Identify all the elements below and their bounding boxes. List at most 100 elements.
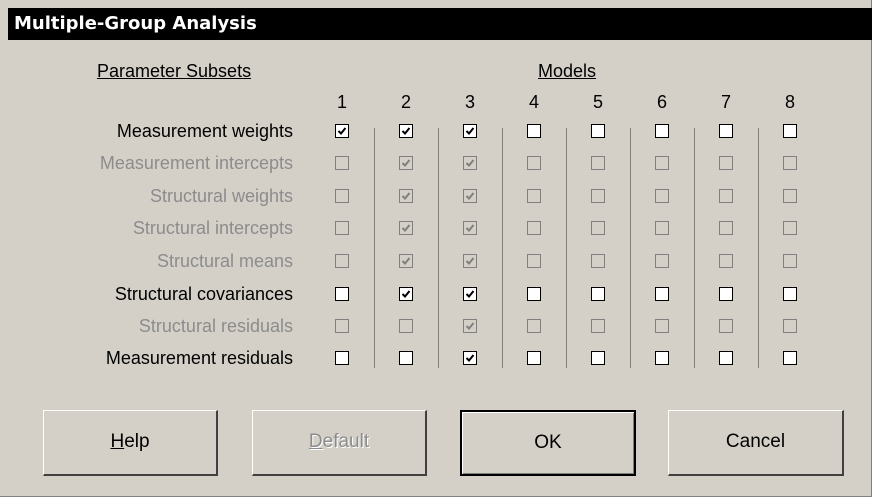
checkmark-icon (401, 192, 411, 200)
checkbox-row-1-model-2[interactable] (399, 124, 413, 138)
column-separator (438, 128, 439, 368)
checkbox-row-6-model-7[interactable] (719, 287, 733, 301)
checkbox-row-6-model-3[interactable] (463, 287, 477, 301)
default-button[interactable]: Default (252, 410, 427, 476)
help-label-rest: elp (124, 431, 150, 452)
checkbox-row-4-model-7[interactable] (719, 221, 733, 235)
checkbox-row-4-model-1[interactable] (335, 221, 349, 235)
column-separator (374, 128, 375, 368)
parameter-subset-label: Measurement weights (116, 121, 293, 141)
checkbox-row-7-model-1[interactable] (335, 319, 349, 333)
parameter-subset-label: Structural residuals (138, 316, 293, 336)
parameter-subset-label: Structural weights (149, 186, 293, 206)
cancel-button[interactable]: Cancel (668, 410, 844, 476)
checkbox-row-2-model-1[interactable] (335, 156, 349, 170)
checkbox-row-5-model-1[interactable] (335, 254, 349, 268)
checkbox-row-2-model-2[interactable] (399, 156, 413, 170)
checkbox-row-5-model-4[interactable] (527, 254, 541, 268)
checkbox-row-3-model-6[interactable] (655, 189, 669, 203)
checkbox-row-1-model-3[interactable] (463, 124, 477, 138)
parameter-subset-label: Structural covariances (114, 284, 293, 304)
checkbox-row-7-model-3[interactable] (463, 319, 477, 333)
checkmark-icon (465, 322, 475, 330)
checkbox-row-8-model-5[interactable] (591, 351, 605, 365)
checkbox-row-1-model-5[interactable] (591, 124, 605, 138)
checkbox-row-8-model-7[interactable] (719, 351, 733, 365)
checkbox-row-5-model-3[interactable] (463, 254, 477, 268)
checkbox-row-3-model-2[interactable] (399, 189, 413, 203)
checkbox-row-3-model-3[interactable] (463, 189, 477, 203)
checkmark-icon (465, 290, 475, 298)
checkbox-row-8-model-6[interactable] (655, 351, 669, 365)
checkbox-row-6-model-4[interactable] (527, 287, 541, 301)
model-column-8-label: 8 (784, 92, 795, 112)
model-column-2-label: 2 (400, 92, 411, 112)
checkbox-row-4-model-2[interactable] (399, 221, 413, 235)
checkmark-icon (401, 127, 411, 135)
checkbox-row-8-model-8[interactable] (783, 351, 797, 365)
checkmark-icon (465, 192, 475, 200)
checkbox-row-8-model-2[interactable] (399, 351, 413, 365)
checkbox-row-2-model-3[interactable] (463, 156, 477, 170)
checkbox-row-1-model-6[interactable] (655, 124, 669, 138)
checkbox-row-8-model-3[interactable] (463, 351, 477, 365)
checkbox-row-3-model-1[interactable] (335, 189, 349, 203)
column-separator (758, 128, 759, 368)
checkmark-icon (465, 127, 475, 135)
checkbox-row-7-model-2[interactable] (399, 319, 413, 333)
checkbox-row-2-model-4[interactable] (527, 156, 541, 170)
checkbox-row-4-model-6[interactable] (655, 221, 669, 235)
checkbox-row-6-model-2[interactable] (399, 287, 413, 301)
parameter-subset-label: Structural means (156, 251, 293, 271)
model-column-6-label: 6 (656, 92, 667, 112)
checkmark-icon (401, 159, 411, 167)
checkbox-row-6-model-8[interactable] (783, 287, 797, 301)
checkbox-row-4-model-3[interactable] (463, 221, 477, 235)
checkbox-row-6-model-6[interactable] (655, 287, 669, 301)
checkbox-row-7-model-8[interactable] (783, 319, 797, 333)
checkbox-row-1-model-8[interactable] (783, 124, 797, 138)
default-mnemonic: D (308, 431, 323, 452)
checkbox-row-2-model-6[interactable] (655, 156, 669, 170)
checkbox-row-4-model-5[interactable] (591, 221, 605, 235)
checkbox-row-1-model-4[interactable] (527, 124, 541, 138)
cancel-label: Cancel (725, 431, 786, 452)
model-column-7-label: 7 (720, 92, 731, 112)
checkmark-icon (401, 290, 411, 298)
checkbox-row-2-model-5[interactable] (591, 156, 605, 170)
checkbox-row-5-model-6[interactable] (655, 254, 669, 268)
checkbox-row-5-model-7[interactable] (719, 254, 733, 268)
checkbox-row-6-model-5[interactable] (591, 287, 605, 301)
checkbox-row-8-model-4[interactable] (527, 351, 541, 365)
checkbox-row-3-model-8[interactable] (783, 189, 797, 203)
checkbox-row-1-model-7[interactable] (719, 124, 733, 138)
checkbox-row-7-model-5[interactable] (591, 319, 605, 333)
checkbox-row-8-model-1[interactable] (335, 351, 349, 365)
checkbox-row-5-model-5[interactable] (591, 254, 605, 268)
checkbox-row-5-model-2[interactable] (399, 254, 413, 268)
checkmark-icon (401, 224, 411, 232)
checkbox-row-2-model-7[interactable] (719, 156, 733, 170)
window-title: Multiple-Group Analysis (8, 8, 872, 40)
checkmark-icon (337, 127, 347, 135)
checkbox-row-1-model-1[interactable] (335, 124, 349, 138)
column-separator (694, 128, 695, 368)
ok-button[interactable]: OK (460, 410, 636, 476)
model-column-5-label: 5 (592, 92, 603, 112)
column-separator (566, 128, 567, 368)
checkbox-row-6-model-1[interactable] (335, 287, 349, 301)
checkbox-row-3-model-5[interactable] (591, 189, 605, 203)
checkbox-row-5-model-8[interactable] (783, 254, 797, 268)
checkbox-row-7-model-6[interactable] (655, 319, 669, 333)
checkbox-row-2-model-8[interactable] (783, 156, 797, 170)
model-column-1-label: 1 (336, 92, 347, 112)
help-button[interactable]: Help (43, 410, 218, 476)
checkbox-row-4-model-8[interactable] (783, 221, 797, 235)
checkbox-row-7-model-7[interactable] (719, 319, 733, 333)
checkbox-row-3-model-7[interactable] (719, 189, 733, 203)
checkbox-row-7-model-4[interactable] (527, 319, 541, 333)
checkbox-row-3-model-4[interactable] (527, 189, 541, 203)
parameter-subsets-header: Parameter Subsets (97, 61, 252, 81)
checkbox-row-4-model-4[interactable] (527, 221, 541, 235)
checkmark-icon (465, 257, 475, 265)
